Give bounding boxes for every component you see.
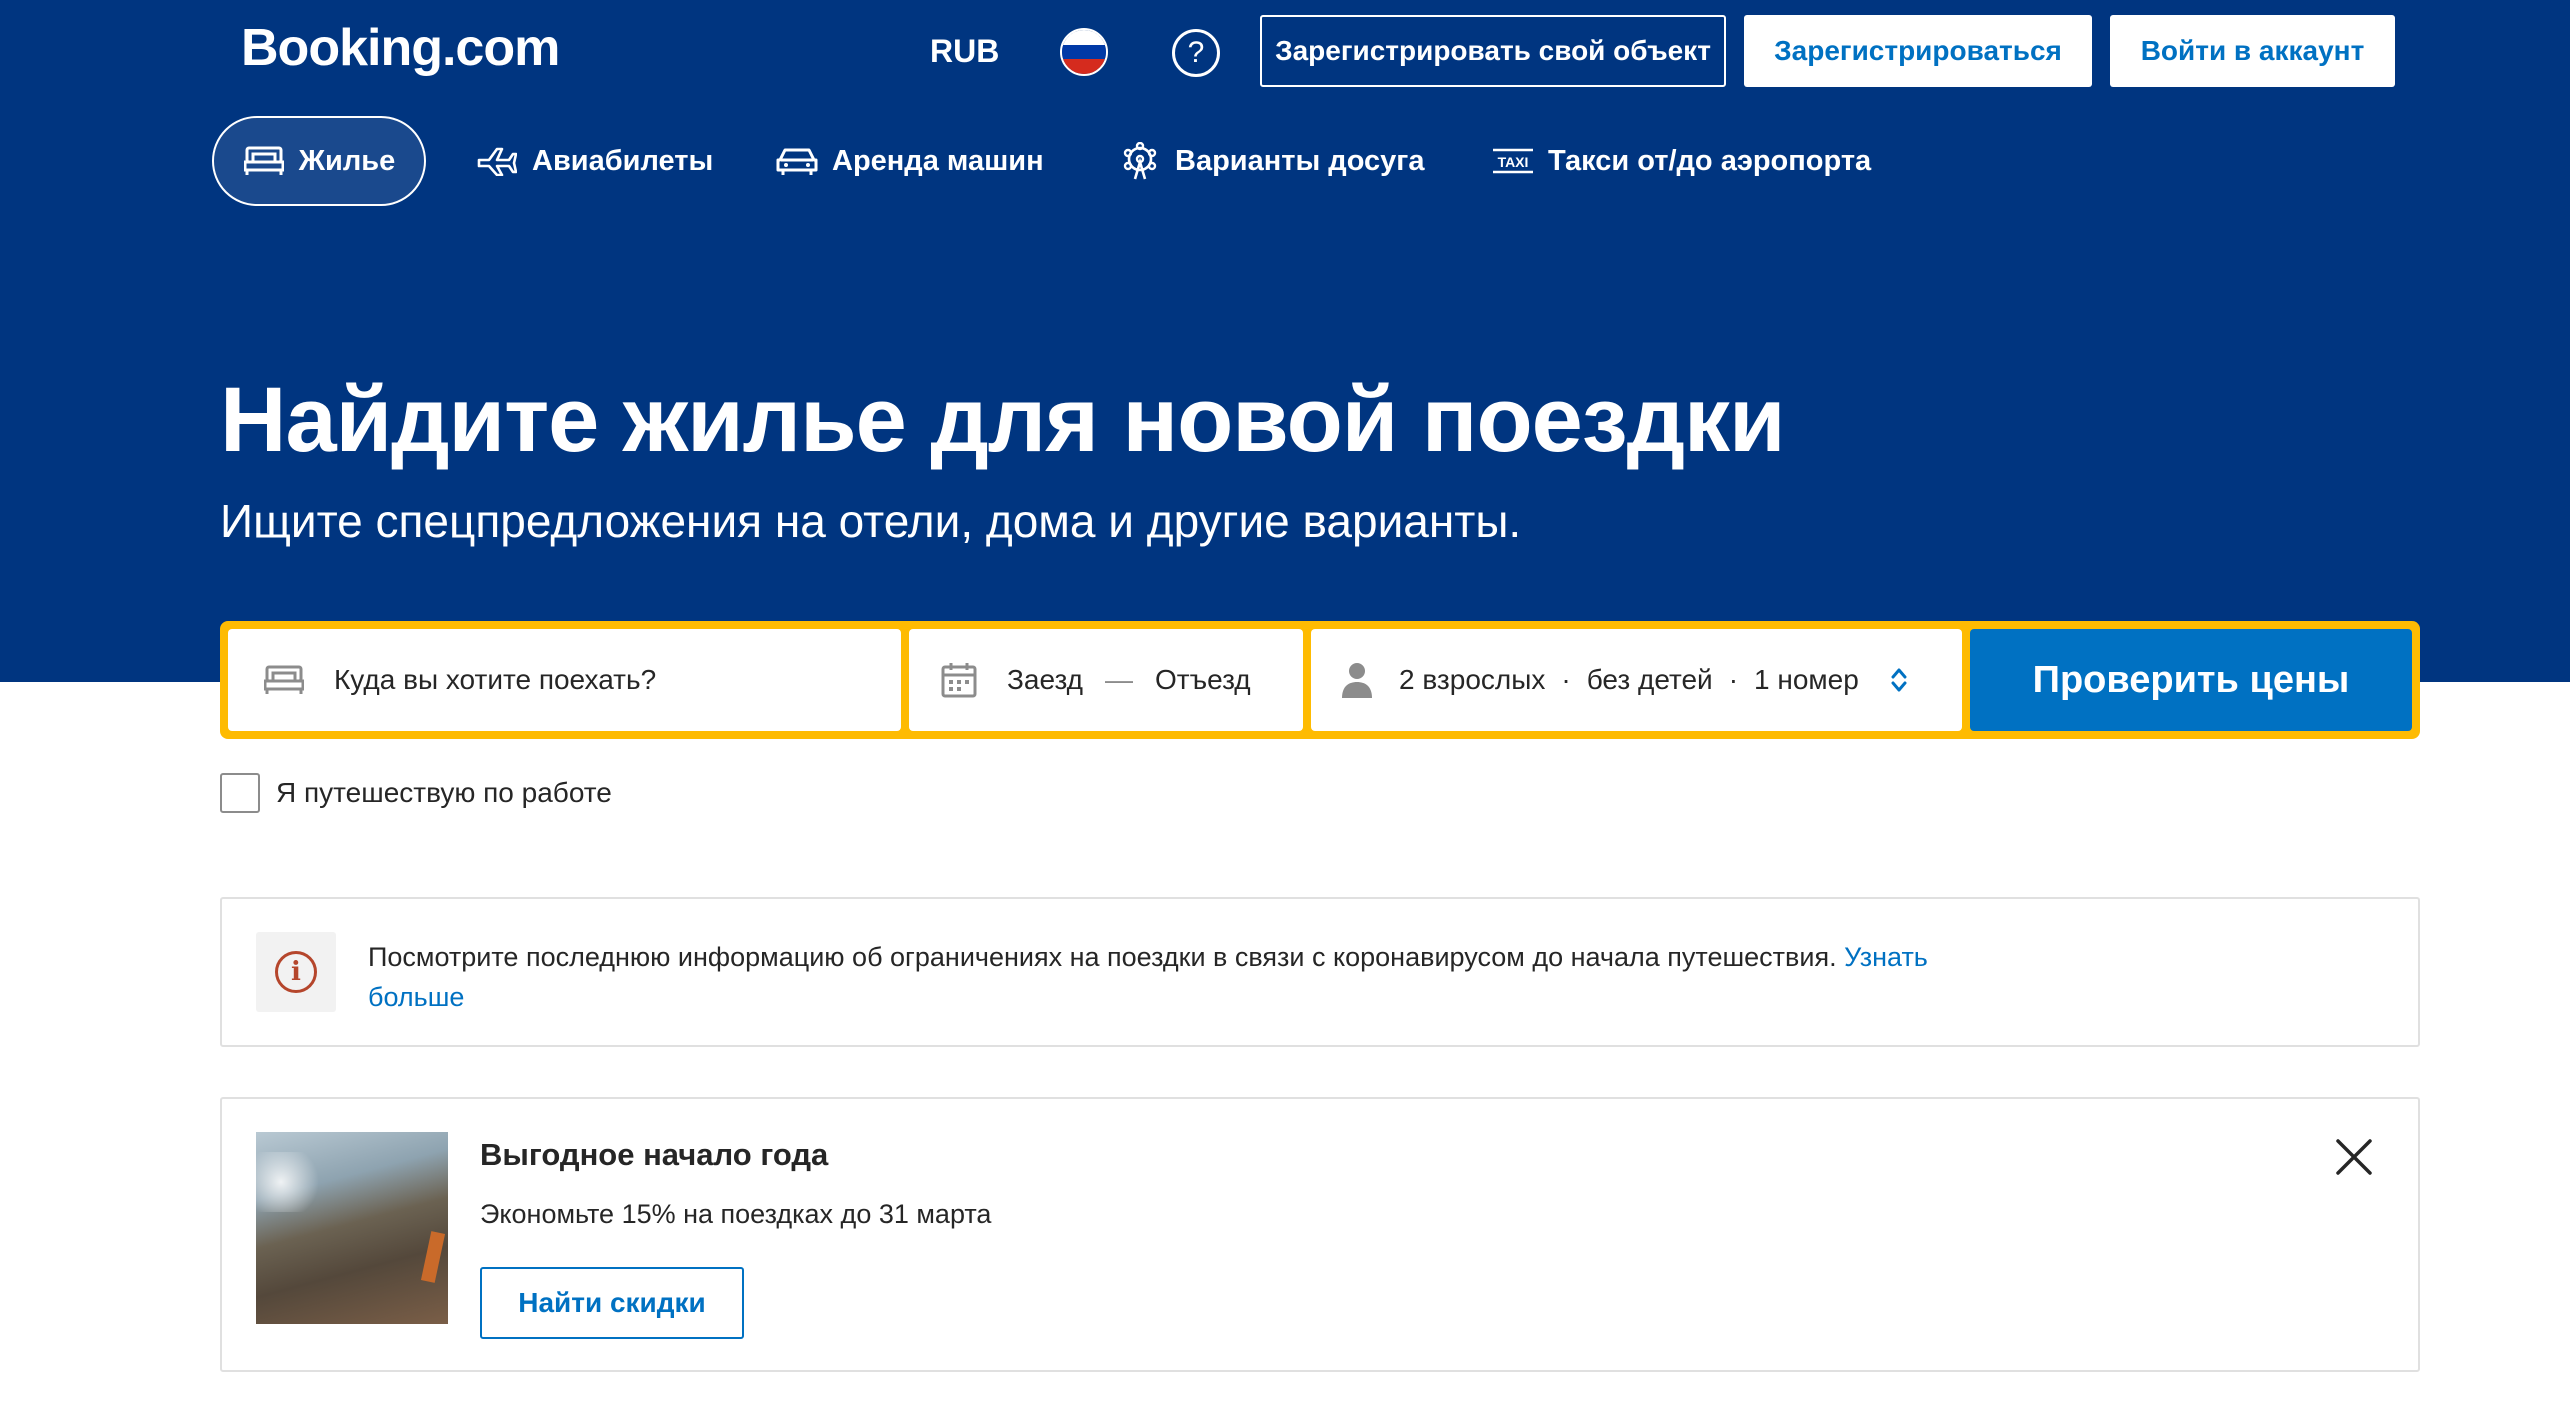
car-icon bbox=[776, 144, 818, 178]
promo-title: Выгодное начало года bbox=[480, 1137, 829, 1172]
destination-field[interactable]: Куда вы хотите поехать? bbox=[228, 629, 901, 731]
russia-flag-icon[interactable] bbox=[1060, 28, 1108, 76]
guests-field[interactable]: 2 взрослых · без детей · 1 номер bbox=[1311, 629, 1962, 731]
nav-tab-label: Варианты досуга bbox=[1175, 144, 1425, 177]
hero-subtitle: Ищите спецпредложения на отели, дома и д… bbox=[220, 495, 1522, 547]
adults-count: 2 взрослых bbox=[1399, 664, 1546, 695]
date-range-field[interactable]: Заезд — Отъезд bbox=[909, 629, 1303, 731]
nav-tab-airport-taxis[interactable]: TAXI Такси от/до аэропорта bbox=[1492, 116, 1871, 206]
rooms-count: 1 номер bbox=[1754, 664, 1859, 695]
date-separator: — bbox=[1105, 664, 1134, 695]
nav-tab-attractions[interactable]: Варианты досуга bbox=[1119, 116, 1425, 206]
separator-dot: · bbox=[1561, 664, 1571, 695]
plane-icon bbox=[476, 144, 518, 178]
business-trip-label: Я путешествую по работе bbox=[276, 777, 612, 808]
find-deals-button[interactable]: Найти скидки bbox=[480, 1267, 744, 1339]
login-button[interactable]: Войти в аккаунт bbox=[2110, 15, 2395, 87]
nav-tab-label: Такси от/до аэропорта bbox=[1548, 144, 1872, 177]
taxi-icon: TAXI bbox=[1492, 144, 1534, 178]
nav-tab-label: Аренда машин bbox=[832, 144, 1044, 177]
person-icon bbox=[1341, 661, 1373, 699]
calendar-icon bbox=[941, 662, 977, 698]
search-submit-button[interactable]: Проверить цены bbox=[1970, 629, 2412, 731]
currency-selector[interactable]: RUB bbox=[930, 33, 999, 70]
nav-tab-label: Авиабилеты bbox=[532, 144, 714, 177]
register-button[interactable]: Зарегистрироваться bbox=[1744, 15, 2092, 87]
svg-text:TAXI: TAXI bbox=[1498, 154, 1529, 170]
ferris-wheel-icon bbox=[1119, 142, 1161, 180]
notice-text-block: Посмотрите последнюю информацию об огран… bbox=[368, 937, 2008, 1017]
checkin-label: Заезд bbox=[1007, 664, 1084, 695]
nav-tab-car-rentals[interactable]: Аренда машин bbox=[776, 116, 1044, 206]
booking-logo[interactable]: Booking.com bbox=[241, 18, 560, 78]
business-trip-checkbox[interactable]: Я путешествую по работе bbox=[220, 773, 612, 813]
info-icon: i bbox=[256, 932, 336, 1012]
hero-banner bbox=[0, 0, 2570, 682]
checkout-label: Отъезд bbox=[1155, 664, 1251, 695]
nav-tab-label: Жилье bbox=[298, 144, 396, 177]
destination-placeholder: Куда вы хотите поехать? bbox=[334, 664, 657, 695]
info-icon-symbol: i bbox=[275, 951, 317, 993]
nav-tab-stays[interactable]: Жилье bbox=[212, 116, 426, 206]
search-bar: Куда вы хотите поехать? Заезд — Отъезд 2… bbox=[220, 621, 2420, 739]
help-icon[interactable]: ? bbox=[1172, 29, 1220, 77]
bed-icon bbox=[264, 665, 304, 695]
list-property-button[interactable]: Зарегистрировать свой объект bbox=[1260, 15, 1726, 87]
close-icon[interactable] bbox=[2332, 1135, 2376, 1179]
promo-description: Экономьте 15% на поездках до 31 марта bbox=[480, 1199, 992, 1229]
hiker-figure bbox=[420, 1231, 446, 1283]
nav-tab-flights[interactable]: Авиабилеты bbox=[476, 116, 713, 206]
sun-glow bbox=[256, 1152, 326, 1212]
separator-dot: · bbox=[1728, 664, 1739, 695]
chevron-up-down-icon bbox=[1889, 666, 1909, 694]
children-count: без детей bbox=[1586, 664, 1713, 695]
travel-restrictions-notice: i Посмотрите последнюю информацию об огр… bbox=[220, 897, 2420, 1047]
promo-image bbox=[256, 1132, 448, 1324]
bed-icon bbox=[243, 144, 285, 178]
hero-title: Найдите жилье для новой поездки bbox=[220, 369, 1786, 471]
promo-banner: Выгодное начало года Экономьте 15% на по… bbox=[220, 1097, 2420, 1372]
checkbox-box[interactable] bbox=[220, 773, 260, 813]
notice-text: Посмотрите последнюю информацию об огран… bbox=[368, 942, 1837, 972]
